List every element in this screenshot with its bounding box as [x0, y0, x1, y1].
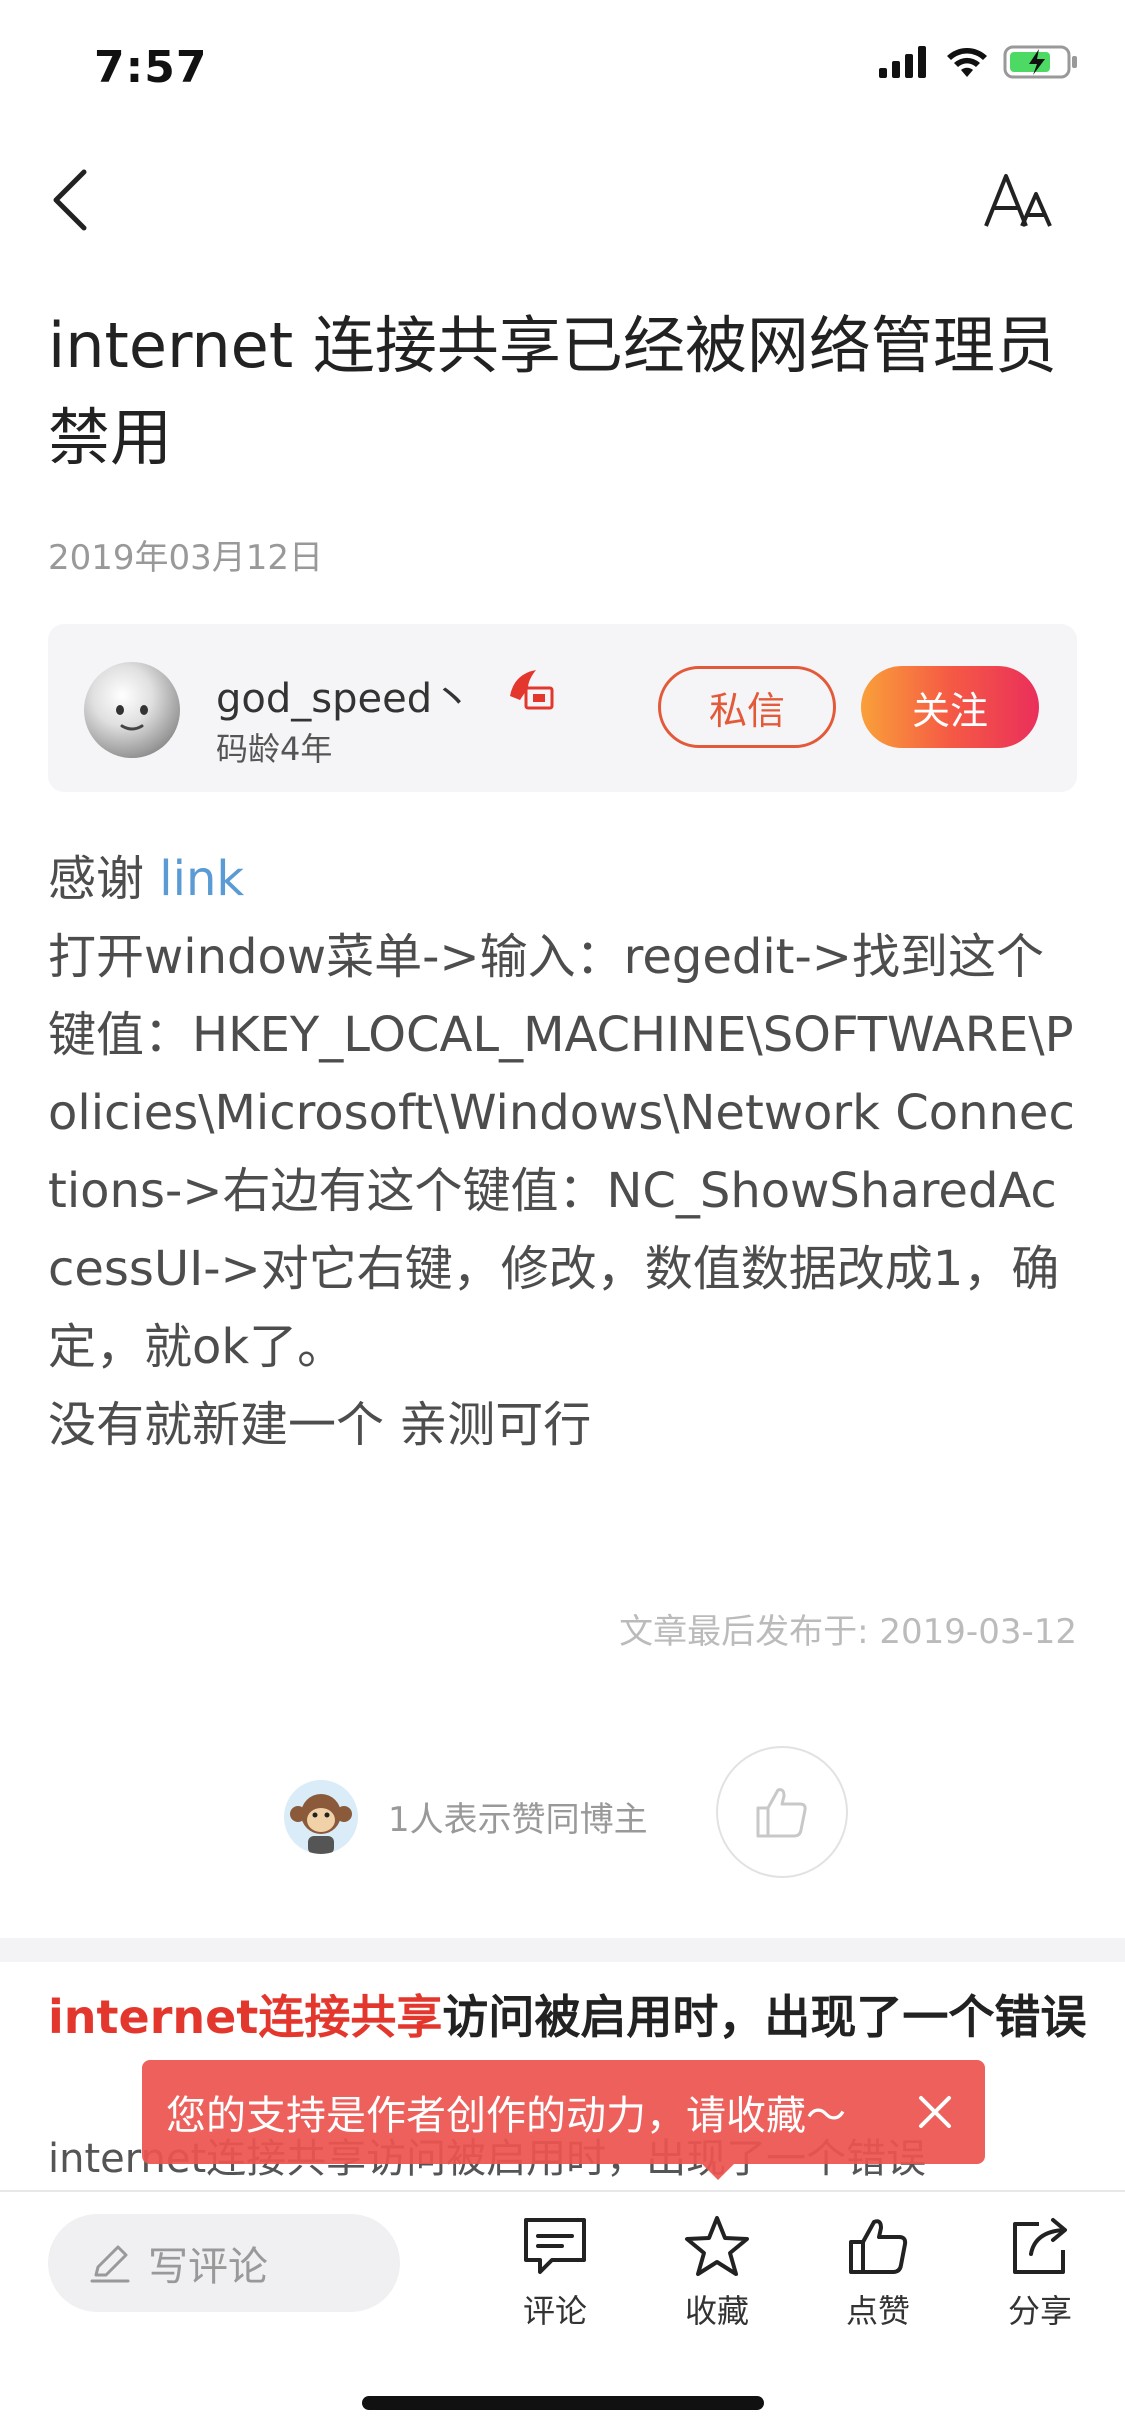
like-tool-label: 点赞 [845, 2292, 910, 2330]
comment-icon [524, 2218, 586, 2274]
share-icon [1013, 2218, 1067, 2274]
back-button[interactable] [40, 160, 100, 240]
monkey-avatar-icon [290, 1794, 352, 1854]
write-comment-input[interactable]: 写评论 [48, 2214, 400, 2312]
section-divider [0, 1938, 1125, 1962]
close-icon [919, 2096, 951, 2128]
status-icons [879, 44, 1079, 80]
blogger-badge-icon [510, 670, 554, 710]
article-title: internet 连接共享已经被网络管理员禁用 [48, 309, 1057, 474]
related-title-rest: 访问被启用时，出现了一个错误 [442, 1990, 1087, 2044]
article-last-line: 没有就新建一个 亲测可行 [48, 1397, 592, 1453]
avatar-face-icon [116, 705, 148, 731]
article-body: 感谢 link 打开window菜单->输入：regedit->找到这个键值：H… [48, 840, 1083, 1464]
favorite-toast: 您的支持是作者创作的动力，请收藏～ [142, 2060, 985, 2164]
toast-text: 您的支持是作者创作的动力，请收藏～ [166, 2093, 846, 2139]
follow-button[interactable]: 关注 [861, 666, 1039, 748]
font-size-icon [984, 174, 1052, 227]
like-count-text: 1人表示赞同博主 [388, 1800, 648, 1840]
author-avatar[interactable] [84, 662, 180, 758]
comment-placeholder: 写评论 [148, 2244, 268, 2290]
toast-pointer [702, 2164, 734, 2180]
related-title-highlight: internet连接共享 [48, 1990, 443, 2044]
like-tool-button[interactable]: 点赞 [828, 2214, 928, 2334]
author-coding-age: 码龄4年 [216, 730, 333, 768]
favorite-tool-button[interactable]: 收藏 [667, 2214, 767, 2334]
thanks-text: 感谢 [48, 851, 160, 907]
comment-tool-button[interactable]: 评论 [505, 2214, 605, 2334]
pencil-icon [90, 2245, 130, 2283]
published-time: 文章最后发布于: 2019-03-12 [619, 1612, 1077, 1652]
comment-tool-label: 评论 [522, 2292, 587, 2330]
chevron-left-icon [53, 169, 87, 231]
article-line-thanks: 感谢 link [48, 840, 1083, 918]
liker-avatar[interactable] [284, 1780, 358, 1854]
status-bar: 7:57 [0, 0, 1125, 135]
star-icon [685, 2216, 749, 2276]
font-size-button[interactable] [975, 160, 1065, 240]
favorite-tool-label: 收藏 [684, 2292, 749, 2330]
battery-icon [1003, 45, 1077, 79]
author-name[interactable]: god_speed丶 [216, 666, 472, 724]
toast-close-button[interactable] [909, 2086, 961, 2138]
wifi-icon [947, 48, 987, 77]
author-card: god_speed丶 码龄4年 私信 关注 [48, 624, 1077, 792]
thumbs-up-icon [849, 2219, 908, 2274]
like-button[interactable] [716, 1746, 848, 1878]
related-article-title[interactable]: internet连接共享访问被启用时，出现了一个错误 [48, 1988, 1088, 2046]
article-date: 2019年03月12日 [48, 538, 324, 578]
share-tool-button[interactable]: 分享 [990, 2214, 1090, 2334]
share-tool-label: 分享 [1007, 2292, 1072, 2330]
article-link[interactable]: link [159, 851, 244, 907]
home-indicator [362, 2396, 764, 2410]
signal-icon [879, 46, 926, 78]
navigation-bar [0, 150, 1125, 250]
status-time: 7:57 [94, 42, 208, 93]
private-message-button[interactable]: 私信 [658, 666, 836, 748]
article-paragraph: 打开window菜单->输入：regedit->找到这个键值：HKEY_LOCA… [48, 929, 1075, 1375]
like-area: 1人表示赞同博主 [0, 1744, 1125, 1880]
thumbs-up-icon [756, 1788, 807, 1838]
